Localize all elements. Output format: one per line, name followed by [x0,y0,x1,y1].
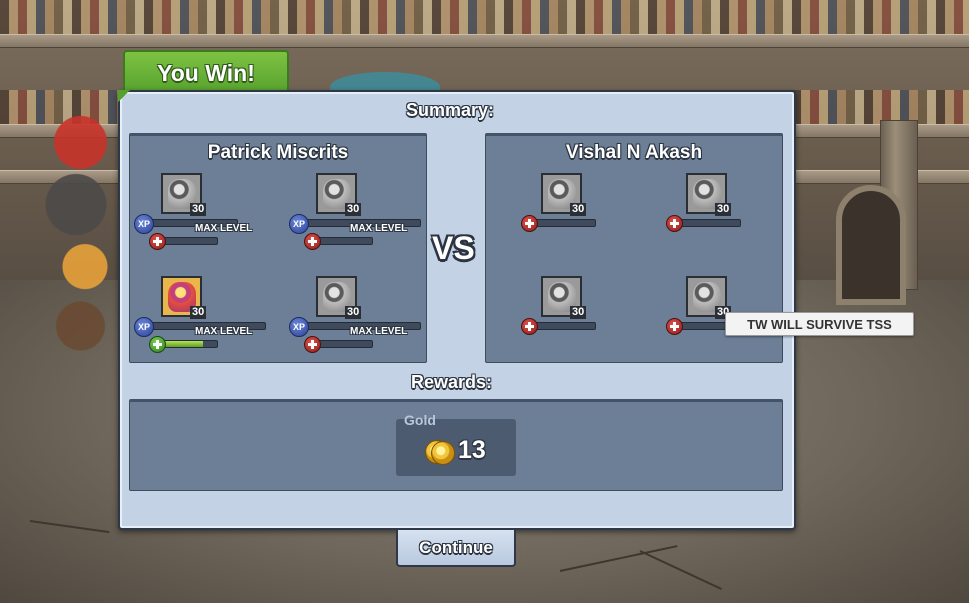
hp-bar [677,322,727,330]
gold-value: 13 [458,436,486,464]
opponent-name: Vishal N Akash [565,142,703,163]
xp-max-label: MAX LEVEL [350,326,408,337]
result-tab: You Win! [123,50,289,94]
hp-bar [315,237,373,245]
summary-heading: Summary: [406,100,495,120]
hp-bar [677,219,741,227]
xp-icon: XP [134,214,154,234]
xp-max-label: MAX LEVEL [350,223,408,234]
hp-bar [532,322,596,330]
hp-bar [160,340,218,348]
arena-gate [836,185,906,305]
miscrit-level: 30 [190,203,207,216]
gold-coin-icon [431,441,455,465]
stand-tier [0,34,969,48]
xp-icon: XP [289,214,309,234]
miscrit-level: 30 [190,306,207,319]
gold-label: Gold [404,412,436,428]
hp-bar-fill [161,341,203,347]
miscrit-level: 30 [715,203,732,216]
crowd-row [0,0,969,34]
green-plus-icon[interactable] [149,336,166,353]
background-miscrit [40,110,130,380]
vs-label: VS [432,230,475,266]
xp-icon: XP [289,317,309,337]
player-name: Patrick Miscrits [207,142,349,163]
red-plus-icon[interactable] [666,318,683,335]
hp-bar [532,219,596,227]
rewards-heading: Rewards: [411,372,493,392]
xp-max-label: MAX LEVEL [195,326,253,337]
xp-icon: XP [134,317,154,337]
red-plus-icon[interactable] [666,215,683,232]
continue-button[interactable]: Continue [396,530,516,567]
red-plus-icon[interactable] [304,336,321,353]
miscrit-tooltip: TW WILL SURVIVE TSS [725,312,914,336]
red-plus-icon[interactable] [304,233,321,250]
xp-max-label: MAX LEVEL [195,223,253,234]
red-plus-icon[interactable] [149,233,166,250]
red-plus-icon[interactable] [521,318,538,335]
hp-bar [160,237,218,245]
miscrit-level: 30 [345,203,362,216]
result-tab-label: You Win! [157,59,255,86]
miscrit-level: 30 [570,306,587,319]
panel-corner [118,90,130,102]
continue-button-label: Continue [419,537,493,557]
miscrit-level: 30 [570,203,587,216]
hp-bar [315,340,373,348]
miscrit-level: 30 [345,306,362,319]
red-plus-icon[interactable] [521,215,538,232]
